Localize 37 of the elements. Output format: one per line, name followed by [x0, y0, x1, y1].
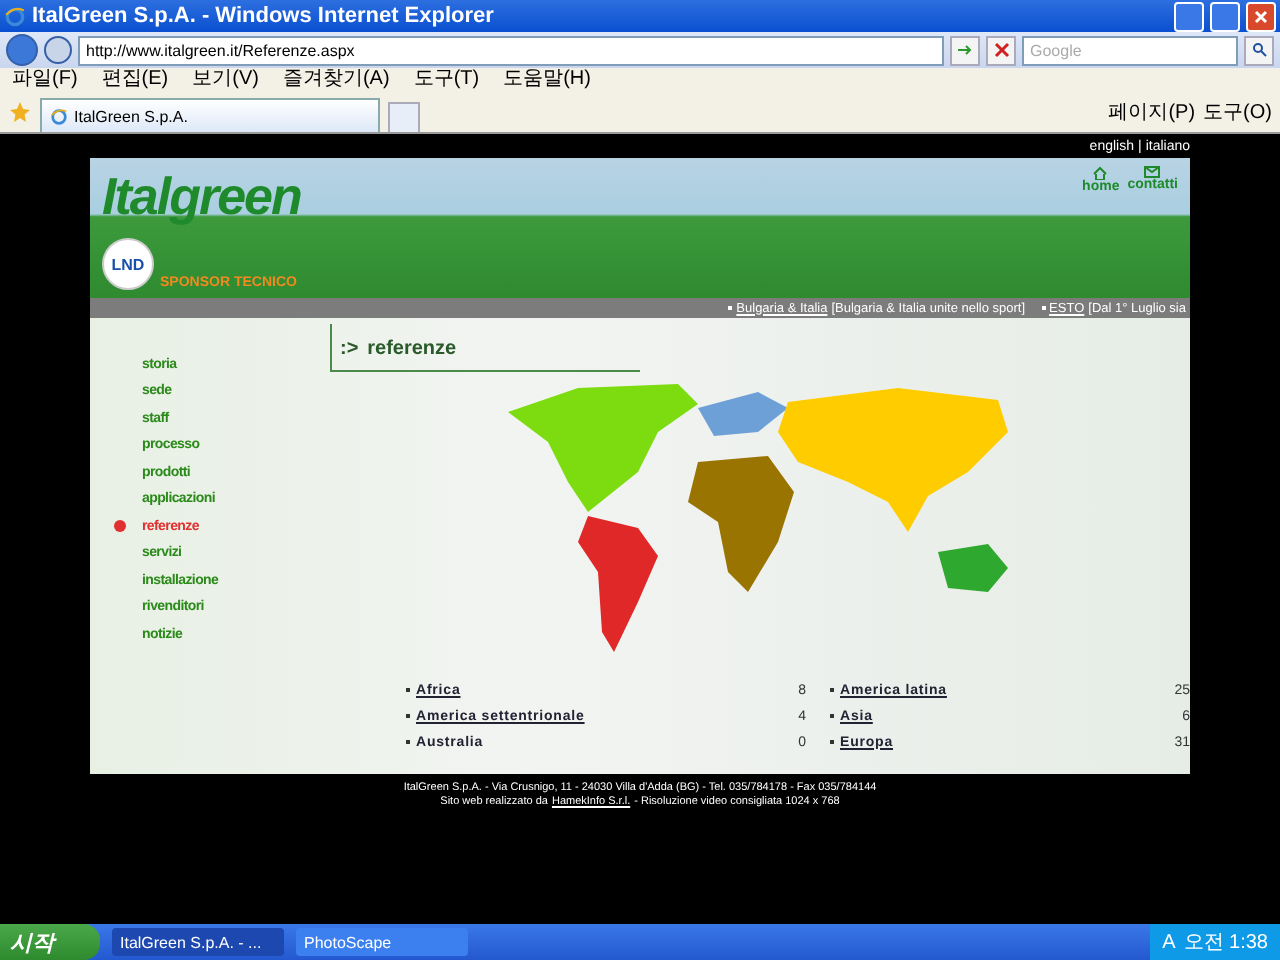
section-title: referenze	[367, 338, 457, 360]
search-button[interactable]	[1244, 35, 1274, 65]
minimize-button[interactable]	[1174, 1, 1204, 31]
menu-item[interactable]: 도움말(H)	[503, 68, 591, 92]
browser-logo-icon	[4, 5, 26, 27]
start-button[interactable]: 시작	[0, 924, 100, 960]
browser-logo-icon	[50, 107, 68, 125]
arrow-icon	[956, 41, 974, 59]
browser-tab[interactable]: ItalGreen S.p.A.	[40, 98, 380, 132]
menu-item[interactable]: 파일(F)	[12, 68, 78, 92]
stop-button[interactable]	[986, 35, 1016, 65]
section-marker: :>	[340, 338, 359, 360]
active-dot-icon	[114, 520, 126, 532]
league-badge: LND	[102, 238, 154, 290]
command-menu[interactable]: 도구(O)	[1203, 98, 1272, 126]
address-field[interactable]: http://www.italgreen.it/Referenze.aspx	[78, 35, 944, 65]
favorites-star-icon[interactable]	[8, 100, 32, 124]
maximize-button[interactable]	[1210, 1, 1240, 31]
taskbar-button[interactable]: PhotoScape	[296, 928, 468, 956]
refresh-button[interactable]	[950, 35, 980, 65]
back-button[interactable]	[6, 34, 38, 66]
command-menu[interactable]: 페이지(P)	[1108, 98, 1196, 126]
envelope-icon	[1144, 166, 1161, 178]
menu-item[interactable]: 도구(T)	[413, 68, 480, 92]
stop-icon	[993, 42, 1009, 58]
window-title: ItalGreen S.p.A. - Windows Internet Explorer	[32, 4, 496, 28]
forward-button[interactable]	[44, 36, 72, 64]
close-button[interactable]	[1246, 1, 1276, 31]
menu-item[interactable]: 보기(V)	[192, 68, 259, 92]
close-icon	[1254, 9, 1268, 23]
clock: 오전 1:38	[1183, 930, 1268, 956]
menu-item[interactable]: 즐겨찾기(A)	[282, 68, 390, 92]
italgreen-logo: Italgreen	[102, 166, 301, 226]
menu-item[interactable]: 편집(E)	[101, 68, 169, 92]
taskbar-button[interactable]: ItalGreen S.p.A. - ...	[112, 928, 284, 956]
home-icon	[1092, 166, 1109, 180]
search-icon	[1251, 42, 1267, 58]
